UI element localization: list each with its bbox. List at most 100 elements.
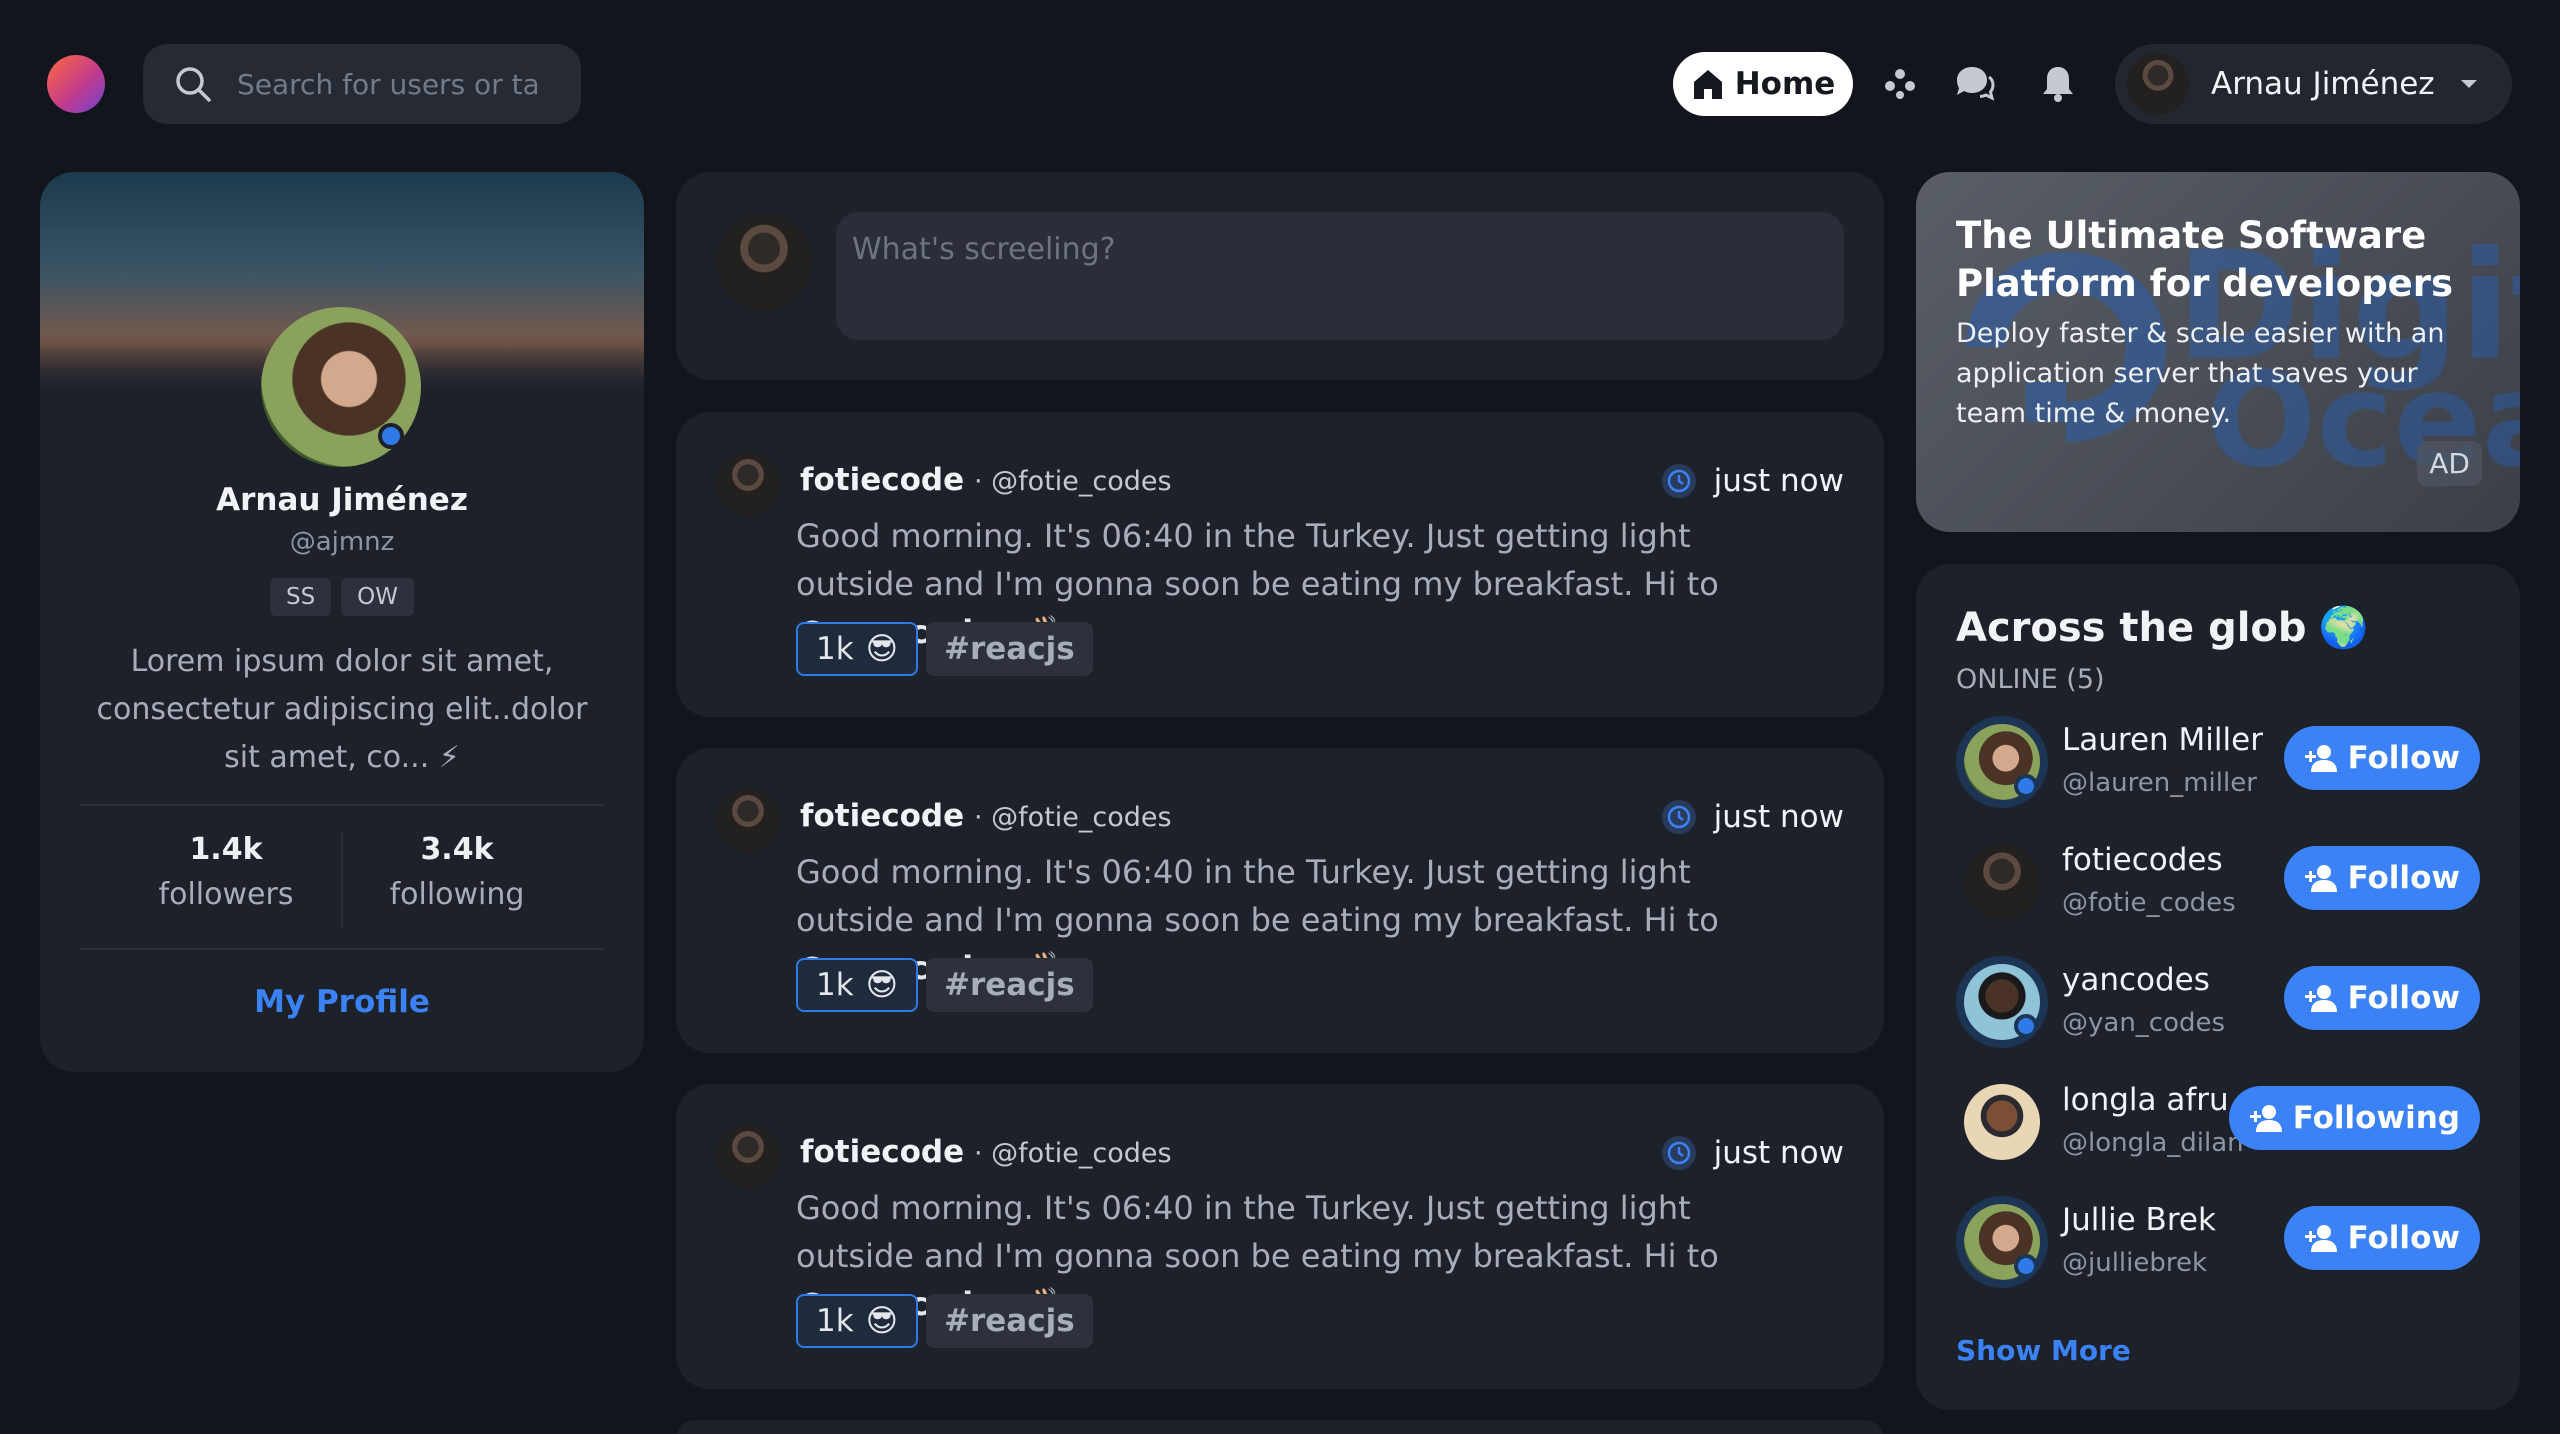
online-user-row: yancodes @yan_codes Follow <box>1952 952 2492 1052</box>
hashtag-chip[interactable]: #reacjs <box>926 958 1093 1012</box>
following-count: 3.4k <box>420 832 494 867</box>
home-nav-button[interactable]: Home <box>1673 52 1853 116</box>
online-user-name[interactable]: Jullie Brek <box>2062 1202 2216 1238</box>
follow-button-label: Follow <box>2347 1220 2460 1256</box>
feed-post: fotiecode · @fotie_codes just now Good m… <box>676 412 1884 717</box>
app-logo[interactable] <box>47 55 105 113</box>
follow-button[interactable]: Follow <box>2283 966 2480 1030</box>
sunglasses-emoji-icon: 😎 <box>865 631 899 667</box>
post-author-avatar[interactable] <box>716 788 780 852</box>
post-time-text: just now <box>1713 799 1844 835</box>
post-author-name[interactable]: fotiecode <box>800 462 964 498</box>
post-body-text: Good morning. It's 06:40 in the Turkey. … <box>796 853 1719 939</box>
sunglasses-emoji-icon: 😎 <box>865 1303 899 1339</box>
followers-count: 1.4k <box>189 832 263 867</box>
clock-icon <box>1661 464 1696 498</box>
composer-input[interactable]: What's screeling? <box>836 212 1844 340</box>
ad-card[interactable]: Digit Ocea The Ultimate Software Platfor… <box>1916 172 2520 532</box>
home-icon <box>1693 70 1722 99</box>
follow-button[interactable]: Follow <box>2283 846 2480 910</box>
following-button[interactable]: Following <box>2228 1086 2480 1150</box>
online-user-name[interactable]: Lauren Miller <box>2062 722 2263 758</box>
post-body-text: Good morning. It's 06:40 in the Turkey. … <box>796 1189 1719 1275</box>
online-user-name[interactable]: yancodes <box>2062 962 2210 998</box>
add-user-icon <box>2304 865 2337 892</box>
profile-tag: OW <box>341 578 415 616</box>
follow-button[interactable]: Follow <box>2283 726 2480 790</box>
my-profile-link[interactable]: My Profile <box>40 984 644 1020</box>
reaction-count: 1k <box>816 631 854 667</box>
notifications-nav-button[interactable] <box>2032 58 2084 110</box>
hashtag-chip[interactable]: #reacjs <box>926 1294 1093 1348</box>
hashtag-chip[interactable]: #reacjs <box>926 622 1093 676</box>
online-users-title: Across the glob 🌍 <box>1956 604 2368 652</box>
add-user-icon <box>2304 1225 2337 1252</box>
ad-description: Deploy faster & scale easier with an app… <box>1956 318 2445 429</box>
divider <box>80 948 604 950</box>
post-author-name[interactable]: fotiecode <box>800 1134 964 1170</box>
profile-name: Arnau Jiménez <box>216 482 468 518</box>
post-composer: What's screeling? <box>676 172 1884 380</box>
post-author-name[interactable]: fotiecode <box>800 798 964 834</box>
user-menu[interactable]: Arnau Jiménez <box>2115 44 2512 124</box>
show-more-link[interactable]: Show More <box>1956 1334 2131 1367</box>
post-author-handle: · @fotie_codes <box>974 802 1172 833</box>
chevron-down-icon <box>2460 80 2477 88</box>
reaction-button[interactable]: 1k 😎 <box>796 622 919 676</box>
following-label: following <box>389 877 525 912</box>
games-nav-button[interactable] <box>1874 58 1926 110</box>
messages-nav-button[interactable] <box>1948 58 2000 110</box>
profile-avatar[interactable] <box>261 307 421 467</box>
online-user-row: Jullie Brek @julliebrek Follow <box>1952 1192 2492 1292</box>
clock-icon <box>1661 1136 1696 1170</box>
followers-label: followers <box>158 877 294 912</box>
post-handle-text: @fotie_codes <box>991 802 1172 833</box>
reaction-count: 1k <box>816 967 854 1003</box>
post-author-handle: · @fotie_codes <box>974 1138 1172 1169</box>
post-time: just now <box>1660 462 1844 500</box>
followers-stat[interactable]: 1.4k followers <box>111 832 341 912</box>
online-users-title-text: Across the glob <box>1956 604 2307 651</box>
profile-tag: SS <box>269 578 332 616</box>
profile-tags: SS OW <box>40 578 644 616</box>
feed-post: fotiecode · @fotie_codes just now Good m… <box>676 1084 1884 1389</box>
search-icon <box>176 67 211 102</box>
post-handle-text: @fotie_codes <box>991 1138 1172 1169</box>
online-user-avatar[interactable] <box>1956 1076 2048 1168</box>
online-user-handle: @longla_dilan <box>2062 1128 2244 1158</box>
online-user-name[interactable]: longla afru <box>2062 1082 2229 1118</box>
online-count: ONLINE (5) <box>1956 664 2105 695</box>
post-author-avatar[interactable] <box>716 1124 780 1188</box>
online-user-row: fotiecodes @fotie_codes Follow <box>1952 832 2492 932</box>
ad-title: The Ultimate Software Platform for devel… <box>1956 214 2454 305</box>
follow-button-label: Follow <box>2347 980 2460 1016</box>
online-user-avatar[interactable] <box>1956 1196 2048 1288</box>
online-user-row: longla afru @longla_dilan Following <box>1952 1072 2492 1172</box>
reaction-button[interactable]: 1k 😎 <box>796 958 919 1012</box>
post-author-avatar[interactable] <box>716 452 780 516</box>
post-handle-text: @fotie_codes <box>991 466 1172 497</box>
reaction-button[interactable]: 1k 😎 <box>796 1294 919 1348</box>
online-user-avatar[interactable] <box>1956 836 2048 928</box>
follow-button-label: Follow <box>2347 860 2460 896</box>
following-stat[interactable]: 3.4k following <box>342 832 572 912</box>
feed-post-partial <box>676 1420 1884 1434</box>
online-status-dot <box>378 423 404 449</box>
add-user-icon <box>2304 745 2337 772</box>
online-user-handle: @julliebrek <box>2062 1248 2208 1278</box>
search-input[interactable] <box>237 67 537 101</box>
add-user-icon <box>2304 985 2337 1012</box>
online-status-dot <box>2014 1254 2038 1278</box>
online-user-handle: @lauren_miller <box>2062 768 2257 798</box>
online-user-handle: @yan_codes <box>2062 1008 2226 1038</box>
online-user-avatar[interactable] <box>1956 716 2048 808</box>
online-user-name[interactable]: fotiecodes <box>2062 842 2223 878</box>
search-bar[interactable] <box>143 44 581 124</box>
follow-button[interactable]: Follow <box>2283 1206 2480 1270</box>
reaction-count: 1k <box>816 1303 854 1339</box>
bell-icon <box>2043 67 2073 102</box>
online-user-avatar[interactable] <box>1956 956 2048 1048</box>
post-time-text: just now <box>1713 1135 1844 1171</box>
post-time: just now <box>1660 798 1844 836</box>
profile-card: Arnau Jiménez @ajmnz SS OW Lorem ipsum d… <box>40 172 644 1072</box>
